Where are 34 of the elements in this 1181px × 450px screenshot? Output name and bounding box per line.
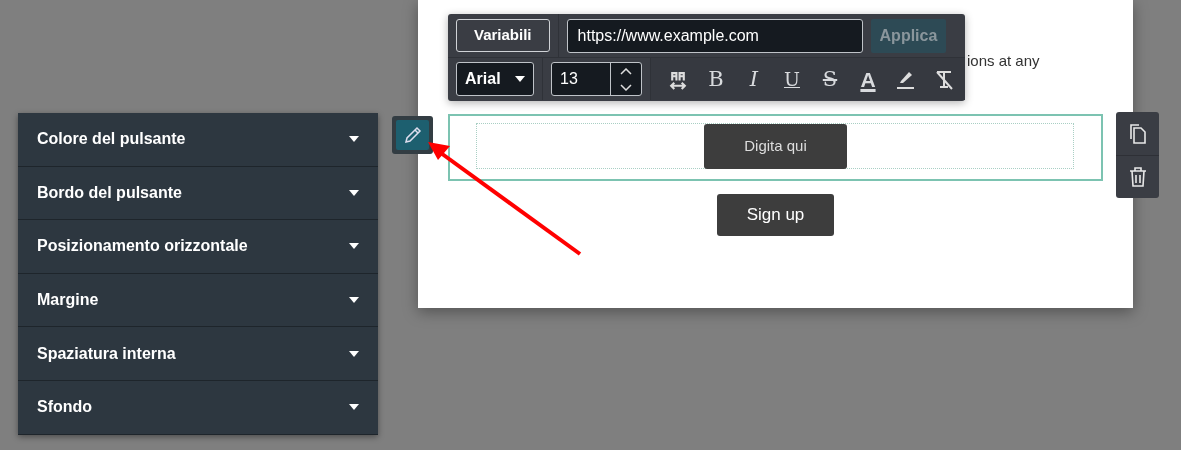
swap-icon [668,69,688,90]
font-size-spinner[interactable]: 13 [551,62,642,96]
settings-row[interactable]: Spaziatura interna [18,327,378,381]
trash-icon [1128,167,1147,187]
text-color-button[interactable]: A [849,68,887,90]
italic-button[interactable]: I [735,68,773,90]
caret-icon [349,189,359,196]
clear-format-icon [934,69,954,90]
settings-row[interactable]: Sfondo [18,380,378,435]
copy-icon [1128,123,1147,144]
variables-button[interactable]: Variabili [456,19,550,52]
strikethrough-button[interactable]: S [811,68,849,90]
url-field[interactable]: https://www.example.com [566,18,863,53]
edit-button[interactable] [392,116,433,154]
font-select[interactable]: Arial [456,62,534,96]
caret-icon [349,404,359,411]
body-text: ions at any [967,51,1040,71]
caret-icon [515,76,525,82]
caret-icon [349,297,359,304]
font-size-field[interactable]: 13 [552,63,610,95]
settings-row[interactable]: Posizionamento orizzontale [18,220,378,274]
caret-icon [349,350,359,357]
settings-row[interactable]: Margine [18,273,378,328]
chevron-down-icon [619,83,632,91]
settings-row[interactable]: Bordo del pulsante [18,166,378,221]
page-button[interactable]: Digita qui [704,124,847,169]
caret-icon [349,136,359,143]
bold-button[interactable]: B [697,68,735,90]
chevron-up-icon [619,67,632,75]
underline-button[interactable]: U [773,69,811,89]
caret-icon [349,243,359,250]
settings-row[interactable]: Colore del pulsante [18,113,378,167]
pencil-icon [402,125,423,145]
page-button[interactable]: Sign up [717,194,834,236]
